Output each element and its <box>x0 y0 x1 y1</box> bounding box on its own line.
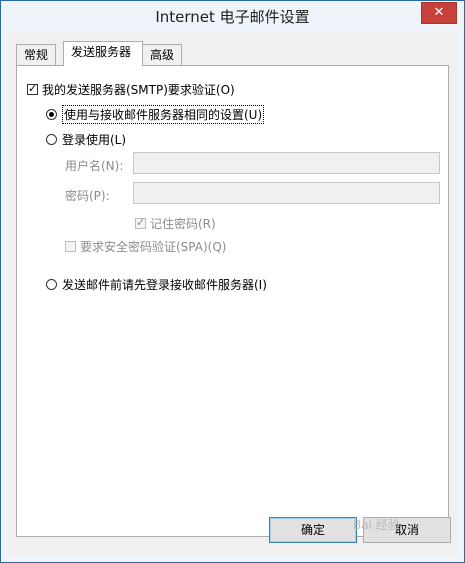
log-on-incoming-first-label: 发送邮件前请先登录接收邮件服务器(I) <box>62 278 267 292</box>
require-spa-label: 要求安全密码验证(SPA)(Q) <box>80 240 227 254</box>
log-on-using-label: 登录使用(L) <box>62 133 127 147</box>
auth-required-checkbox[interactable] <box>27 82 38 95</box>
require-spa-option[interactable]: 要求安全密码验证(SPA)(Q) <box>65 238 226 255</box>
require-spa-checkbox[interactable] <box>65 241 76 252</box>
username-label: 用户名(N): <box>65 159 124 173</box>
same-as-incoming-option[interactable]: 使用与接收邮件服务器相同的设置(U) <box>46 105 265 124</box>
title-bar[interactable]: Internet 电子邮件设置 ✕ <box>1 1 464 31</box>
email-settings-dialog: Internet 电子邮件设置 ✕ 常规 发送服务器 高级 我的发送服务器(SM… <box>0 0 465 563</box>
cancel-button[interactable]: 取消 <box>363 517 451 543</box>
dialog-client-area: 常规 发送服务器 高级 我的发送服务器(SMTP)要求验证(O) 使用与接收邮件… <box>8 32 457 555</box>
auth-required-option[interactable]: 我的发送服务器(SMTP)要求验证(O) <box>27 81 235 98</box>
same-as-incoming-label: 使用与接收邮件服务器相同的设置(U) <box>62 105 265 124</box>
tab-outgoing-server[interactable]: 发送服务器 <box>63 41 143 66</box>
tab-general[interactable]: 常规 <box>16 44 56 65</box>
outgoing-server-panel: 我的发送服务器(SMTP)要求验证(O) 使用与接收邮件服务器相同的设置(U) … <box>16 65 449 537</box>
window-title: Internet 电子邮件设置 <box>155 8 310 26</box>
remember-password-checkbox[interactable] <box>135 216 146 229</box>
close-button[interactable]: ✕ <box>421 2 457 24</box>
remember-password-option[interactable]: 记住密码(R) <box>135 215 216 232</box>
tab-advanced[interactable]: 高级 <box>142 44 182 65</box>
auth-required-label: 我的发送服务器(SMTP)要求验证(O) <box>42 83 235 97</box>
remember-password-label: 记住密码(R) <box>150 217 216 231</box>
username-field[interactable] <box>133 152 440 174</box>
log-on-using-radio[interactable] <box>46 134 57 145</box>
log-on-using-option[interactable]: 登录使用(L) <box>46 131 126 148</box>
close-icon: ✕ <box>433 5 445 20</box>
log-on-incoming-first-radio[interactable] <box>46 279 57 290</box>
password-label: 密码(P): <box>65 189 110 203</box>
same-as-incoming-radio[interactable] <box>46 109 57 120</box>
password-field[interactable] <box>133 182 440 204</box>
log-on-incoming-first-option[interactable]: 发送邮件前请先登录接收邮件服务器(I) <box>46 276 267 293</box>
ok-button[interactable]: 确定 <box>269 517 357 543</box>
